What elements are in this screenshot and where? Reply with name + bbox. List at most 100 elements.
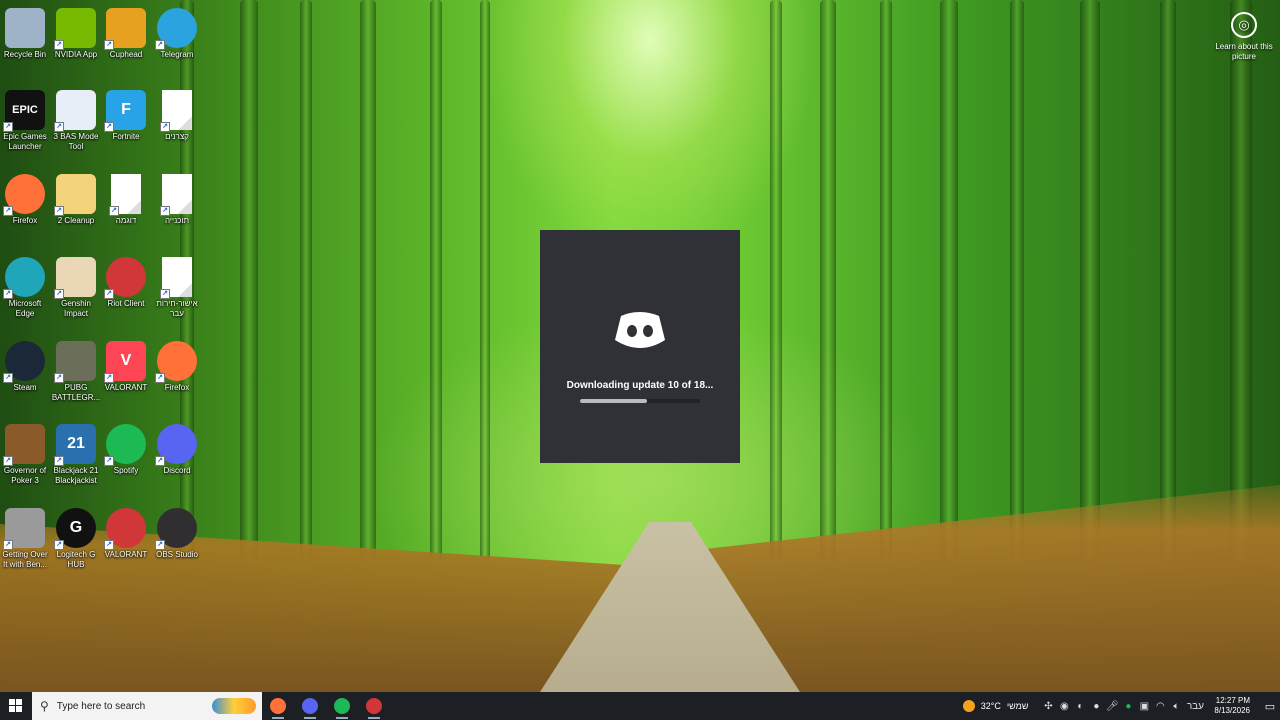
desktop-icon[interactable]: ↗ NVIDIA App xyxy=(51,4,101,60)
running-indicator xyxy=(272,717,284,719)
riot-icon: ↗ xyxy=(104,257,146,299)
desktop-icon-label: דוגמה xyxy=(115,216,137,225)
epic-games-icon: EPIC ↗ xyxy=(3,90,45,132)
desktop-icon[interactable]: ↗ Telegram xyxy=(152,4,202,60)
shortcut-arrow-icon: ↗ xyxy=(54,456,64,466)
desktop-icon[interactable]: 21 ↗ Blackjack 21 Blackjackist xyxy=(51,420,101,486)
desktop-icon-label: NVIDIA App xyxy=(54,50,98,59)
desktop-icon-label: קצרנים xyxy=(165,132,189,141)
shortcut-arrow-icon: ↗ xyxy=(104,40,114,50)
desktop-icon[interactable]: EPIC ↗ Epic Games Launcher xyxy=(0,86,50,152)
taskbar: ⚲ Type here to search 32°C שמשי ✣ ◉ ◐ ● … xyxy=(0,692,1280,720)
tool-icon: ↗ xyxy=(54,90,96,132)
running-indicator xyxy=(304,717,316,719)
desktop-icon[interactable]: ↗ 2 Cleanup xyxy=(51,170,101,226)
desktop-icon[interactable]: ↗ Steam xyxy=(0,337,50,393)
language-indicator[interactable]: עבר xyxy=(1184,701,1206,712)
desktop-icon-label: Microsoft Edge xyxy=(8,299,42,318)
shortcut-arrow-icon: ↗ xyxy=(3,373,13,383)
desktop-icon-label: Spotify xyxy=(113,466,139,475)
clock[interactable]: 12:27 PM 8/13/2026 xyxy=(1214,696,1250,716)
taskbar-apps xyxy=(262,692,390,720)
recycle-bin-icon xyxy=(5,8,45,48)
desktop-icon[interactable]: F ↗ Fortnite xyxy=(101,86,151,142)
desktop-icon[interactable]: ↗ Microsoft Edge xyxy=(0,253,50,319)
clock-time: 12:27 PM xyxy=(1215,696,1250,705)
desktop-icon-label: Genshin Impact xyxy=(61,299,91,318)
system-tray: 32°C שמשי ✣ ◉ ◐ ● 🎤︎ ● ▣ ◠ 🔈︎ עבר 12:27 … xyxy=(962,692,1280,720)
desktop-icon[interactable]: ↗ Governor of Poker 3 xyxy=(0,420,50,486)
notification-icon[interactable]: ▭ xyxy=(1260,700,1280,713)
desktop-icon[interactable]: ↗ דוגמה xyxy=(101,170,151,226)
app-tray-icon[interactable]: ◉ xyxy=(1056,701,1072,712)
desktop-icon[interactable]: ↗ Firefox xyxy=(152,337,202,393)
desktop: Recycle Bin ↗ NVIDIA App ↗ Cuphead ↗ Telegram E… xyxy=(0,0,1280,692)
shortcut-arrow-icon: ↗ xyxy=(104,289,114,299)
taskbar-spotify-button[interactable] xyxy=(326,692,358,720)
document-icon: ↗ xyxy=(160,257,192,299)
firefox-icon: ↗ xyxy=(3,174,45,216)
desktop-icon[interactable]: ↗ קצרנים xyxy=(152,86,202,142)
app-tray-icon[interactable]: ◐ xyxy=(1072,701,1088,712)
desktop-icon[interactable]: ↗ Riot Client xyxy=(101,253,151,309)
windows-logo-icon xyxy=(9,699,22,712)
desktop-icon[interactable]: ↗ Genshin Impact xyxy=(51,253,101,319)
desktop-icon-label: Firefox xyxy=(12,216,38,225)
spotify-tray-icon[interactable]: ● xyxy=(1120,701,1136,712)
discord-icon: ↗ xyxy=(155,424,197,466)
taskbar-search[interactable]: ⚲ Type here to search xyxy=(32,692,262,720)
shortcut-arrow-icon: ↗ xyxy=(3,289,13,299)
genshin-icon: ↗ xyxy=(54,257,96,299)
desktop-icon[interactable]: ↗ Spotify xyxy=(101,420,151,476)
cuphead-icon: ↗ xyxy=(104,8,146,50)
shortcut-arrow-icon: ↗ xyxy=(54,206,64,216)
network-status-icon[interactable]: ✣ xyxy=(1040,701,1056,712)
desktop-icon[interactable]: ↗ Getting Over It with Ben... xyxy=(0,504,50,570)
desktop-icon[interactable]: ↗ Cuphead xyxy=(101,4,151,60)
desktop-icon[interactable]: ↗ 3 BAS Mode Tool xyxy=(51,86,101,152)
shortcut-arrow-icon: ↗ xyxy=(104,540,114,550)
running-indicator xyxy=(368,717,380,719)
desktop-icon-label: Firefox xyxy=(164,383,190,392)
learn-about-picture[interactable]: ◎ Learn about this picture xyxy=(1214,12,1274,62)
desktop-icon[interactable]: ↗ Discord xyxy=(152,420,202,476)
obs-icon: ↗ xyxy=(155,508,197,550)
taskbar-discord-button[interactable] xyxy=(294,692,326,720)
desktop-icon[interactable]: ↗ OBS Studio xyxy=(152,504,202,560)
update-progress-bar xyxy=(580,399,700,403)
desktop-icon[interactable]: ↗ PUBG BATTLEGR... xyxy=(51,337,101,403)
shortcut-arrow-icon: ↗ xyxy=(104,373,114,383)
desktop-icon[interactable]: ↗ תוכנייה xyxy=(152,170,202,226)
taskbar-firefox-button[interactable] xyxy=(262,692,294,720)
discord-icon xyxy=(302,698,318,714)
taskbar-obs-button[interactable] xyxy=(358,692,390,720)
folder-icon: ↗ xyxy=(54,174,96,216)
desktop-icon[interactable]: V ↗ VALORANT xyxy=(101,337,151,393)
weather-widget[interactable]: 32°C שמשי xyxy=(962,700,1028,712)
obs-icon xyxy=(366,698,382,714)
shortcut-arrow-icon: ↗ xyxy=(54,289,64,299)
shortcut-arrow-icon: ↗ xyxy=(104,122,114,132)
document-icon: ↗ xyxy=(160,90,192,132)
wifi-icon[interactable]: ◠ xyxy=(1152,701,1168,712)
desktop-icon[interactable]: Recycle Bin xyxy=(0,4,50,60)
desktop-icon-label: Steam xyxy=(13,383,37,392)
desktop-icon[interactable]: ↗ אישור-חירות עבר xyxy=(152,253,202,319)
clock-date: 8/13/2026 xyxy=(1214,706,1250,715)
shortcut-arrow-icon: ↗ xyxy=(3,122,13,132)
firefox-icon: ↗ xyxy=(155,341,197,383)
app-tray-icon[interactable]: ▣ xyxy=(1136,701,1152,712)
desktop-icon[interactable]: ↗ VALORANT xyxy=(101,504,151,560)
desktop-icon-label: Getting Over It with Ben... xyxy=(2,550,48,569)
desktop-icon[interactable]: G ↗ Logitech G HUB xyxy=(51,504,101,570)
shortcut-arrow-icon: ↗ xyxy=(3,540,13,550)
spotify-icon xyxy=(334,698,350,714)
shortcut-arrow-icon: ↗ xyxy=(160,289,170,299)
app-tray-icon[interactable]: ● xyxy=(1088,701,1104,712)
valorant-icon: V ↗ xyxy=(104,341,146,383)
microphone-icon[interactable]: 🎤︎ xyxy=(1104,701,1120,712)
volume-icon[interactable]: 🔈︎ xyxy=(1168,701,1184,712)
desktop-icon[interactable]: ↗ Firefox xyxy=(0,170,50,226)
start-button[interactable] xyxy=(0,692,32,720)
hammer-icon: ↗ xyxy=(3,508,45,550)
